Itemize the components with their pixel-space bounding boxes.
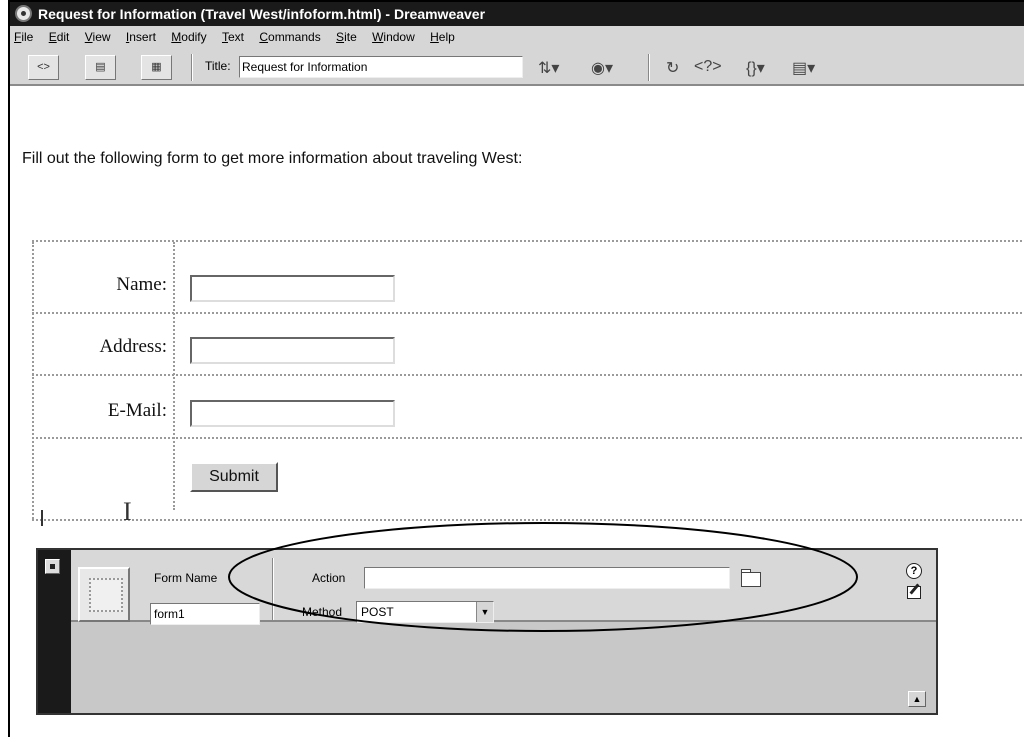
- form-element-icon: [78, 567, 130, 622]
- preview-globe-icon[interactable]: ◉▾: [591, 58, 613, 78]
- menu-window[interactable]: Window: [372, 26, 415, 48]
- file-management-icon[interactable]: ⇅▾: [538, 58, 559, 78]
- form-boundary-bottom: [32, 519, 1024, 521]
- dreamweaver-app-icon[interactable]: [15, 5, 32, 22]
- toolbar-divider: [191, 54, 193, 81]
- action-label: Action: [312, 571, 346, 585]
- code-view-icon: <>: [37, 61, 50, 73]
- window-title: Request for Information (Travel West/inf…: [38, 6, 486, 22]
- table-row-divider: [32, 437, 1024, 439]
- menu-edit[interactable]: Edit: [49, 26, 70, 48]
- menu-bar: File Edit View Insert Modify Text Comman…: [10, 26, 1024, 48]
- submit-button[interactable]: Submit: [190, 462, 278, 492]
- split-view-button[interactable]: ▤: [85, 55, 116, 80]
- expand-inspector-icon[interactable]: ▲: [908, 691, 926, 707]
- property-inspector: Form Name Action Method POST ▼ ? ▲: [36, 548, 938, 715]
- action-input[interactable]: [364, 567, 730, 589]
- form-boundary-top: [32, 240, 1024, 242]
- page-title-input[interactable]: [239, 56, 523, 78]
- dreamweaver-window: Request for Information (Travel West/inf…: [8, 0, 1024, 737]
- view-options-icon[interactable]: ▤▾: [792, 58, 815, 78]
- form-name-label: Form Name: [154, 571, 218, 585]
- quick-tag-editor-icon[interactable]: [907, 586, 921, 599]
- design-view-button[interactable]: ▦: [141, 55, 172, 80]
- menu-help[interactable]: Help: [430, 26, 455, 48]
- menu-file[interactable]: File: [14, 26, 33, 48]
- name-field[interactable]: [190, 275, 395, 302]
- email-label: E-Mail:: [107, 400, 167, 421]
- email-field[interactable]: [190, 400, 395, 427]
- menu-site[interactable]: Site: [336, 26, 357, 48]
- inspector-divider: [272, 558, 274, 620]
- page-title-label: Title:: [205, 59, 231, 73]
- form-name-input[interactable]: [150, 603, 260, 625]
- table-column-divider: [173, 242, 175, 510]
- inspector-side-strip: [38, 550, 71, 713]
- refresh-icon[interactable]: ↻: [666, 58, 679, 78]
- help-icon[interactable]: ?: [906, 563, 922, 579]
- name-label: Name:: [116, 274, 167, 295]
- address-field[interactable]: [190, 337, 395, 364]
- inspector-collapse-icon[interactable]: [45, 559, 60, 574]
- design-view-icon: ▦: [151, 61, 162, 73]
- toolbar-divider: [648, 54, 650, 81]
- code-view-button[interactable]: <>: [28, 55, 59, 80]
- title-bar: Request for Information (Travel West/inf…: [10, 2, 1024, 26]
- menu-insert[interactable]: Insert: [126, 26, 156, 48]
- dropdown-arrow-icon[interactable]: ▼: [476, 602, 493, 622]
- insertion-point: [41, 510, 43, 526]
- address-label: Address:: [99, 336, 167, 357]
- code-navigation-icon[interactable]: <?>: [694, 58, 722, 76]
- method-select[interactable]: POST ▼: [356, 601, 494, 623]
- table-row-divider: [32, 374, 1024, 376]
- browse-folder-icon[interactable]: [740, 569, 762, 587]
- ibeam-cursor-icon: I: [123, 497, 132, 526]
- menu-view[interactable]: View: [85, 26, 111, 48]
- menu-text[interactable]: Text: [222, 26, 244, 48]
- braces-icon[interactable]: {}▾: [746, 58, 765, 78]
- split-view-icon: ▤: [95, 61, 106, 73]
- method-selected-value: POST: [361, 605, 394, 619]
- table-row-divider: [32, 312, 1024, 314]
- method-label: Method: [302, 605, 343, 619]
- document-toolbar: <> ▤ ▦ Title: ⇅▾ ◉▾ ↻ <?> {}▾ ▤▾: [10, 48, 1024, 86]
- menu-modify[interactable]: Modify: [171, 26, 206, 48]
- menu-commands[interactable]: Commands: [259, 26, 320, 48]
- intro-paragraph: Fill out the following form to get more …: [22, 150, 523, 167]
